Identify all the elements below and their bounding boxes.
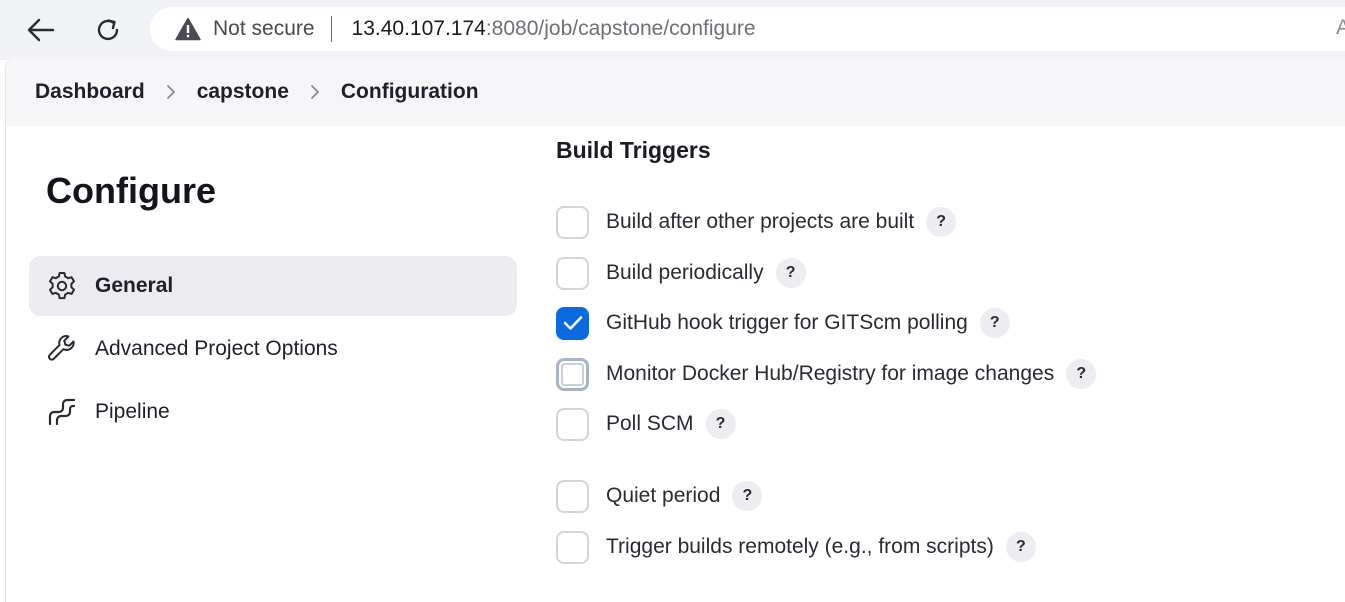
arrow-left-icon <box>27 18 55 42</box>
trigger-label[interactable]: Build after other projects are built <box>606 210 914 234</box>
gear-icon <box>46 270 78 302</box>
chevron-right-icon <box>309 83 321 101</box>
sidebar-item-label: Advanced Project Options <box>95 337 338 360</box>
url-divider <box>330 16 332 42</box>
pipeline-icon <box>46 396 78 428</box>
reload-button[interactable] <box>88 10 128 50</box>
trigger-label[interactable]: Build periodically <box>606 261 764 285</box>
help-button[interactable]: ? <box>979 308 1010 338</box>
trigger-label[interactable]: Poll SCM <box>606 412 694 436</box>
help-button[interactable]: ? <box>1005 532 1036 562</box>
wrench-icon <box>46 333 78 365</box>
section-title: Build Triggers <box>556 137 711 163</box>
checkbox-poll-scm[interactable] <box>556 407 589 441</box>
browser-toolbar: Not secure 13.40.107.174:8080/job/capsto… <box>0 0 1345 60</box>
sidebar-item-label: Pipeline <box>95 400 170 423</box>
trigger-label[interactable]: Quiet period <box>606 484 720 508</box>
checkbox-trigger-builds-remotely[interactable] <box>556 530 589 564</box>
checkmark-icon <box>563 316 582 330</box>
warning-triangle-icon[interactable] <box>175 17 201 41</box>
trigger-row-build-after-other-projects: Build after other projects are built ? <box>556 205 957 239</box>
checkbox-build-after-other-projects[interactable] <box>556 205 589 239</box>
url-path: :8080/job/capstone/configure <box>485 17 756 40</box>
trigger-row-github-hook: GitHub hook trigger for GITScm polling ? <box>556 306 1010 340</box>
chevron-right-icon <box>165 83 177 101</box>
checkbox-github-hook-trigger[interactable] <box>556 306 589 340</box>
checkbox-monitor-docker-hub[interactable] <box>556 357 589 391</box>
checkbox-quiet-period[interactable] <box>556 479 589 513</box>
breadcrumb: Dashboard capstone Configuration <box>6 57 1345 126</box>
trigger-row-quiet-period: Quiet period ? <box>556 479 763 513</box>
sidebar-item-general[interactable]: General <box>29 256 517 316</box>
address-bar[interactable]: Not secure 13.40.107.174:8080/job/capsto… <box>150 7 1345 51</box>
sidebar-item-advanced-project-options[interactable]: Advanced Project Options <box>29 319 517 379</box>
trigger-label[interactable]: Monitor Docker Hub/Registry for image ch… <box>606 362 1054 386</box>
trigger-row-trigger-builds-remotely: Trigger builds remotely (e.g., from scri… <box>556 530 1036 564</box>
jenkins-page: Dashboard capstone Configuration Configu… <box>5 57 1345 602</box>
trigger-label[interactable]: GitHub hook trigger for GITScm polling <box>606 311 968 335</box>
back-button[interactable] <box>21 10 61 50</box>
checkbox-build-periodically[interactable] <box>556 256 589 290</box>
sidebar-item-label: General <box>95 274 174 297</box>
reload-icon <box>97 19 119 41</box>
trigger-row-monitor-docker-hub: Monitor Docker Hub/Registry for image ch… <box>556 357 1097 391</box>
help-button[interactable]: ? <box>705 409 736 439</box>
breadcrumb-dashboard[interactable]: Dashboard <box>35 80 145 104</box>
help-button[interactable]: ? <box>732 481 763 511</box>
url-trailing-indicator[interactable]: A <box>1336 16 1345 40</box>
help-button[interactable]: ? <box>926 207 957 237</box>
help-button[interactable]: ? <box>775 258 806 288</box>
url-host: 13.40.107.174 <box>351 17 486 40</box>
page-title: Configure <box>46 170 216 211</box>
breadcrumb-capstone[interactable]: capstone <box>197 80 289 104</box>
security-status[interactable]: Not secure <box>213 17 315 41</box>
breadcrumb-configuration[interactable]: Configuration <box>341 80 479 104</box>
help-button[interactable]: ? <box>1066 359 1097 389</box>
trigger-row-poll-scm: Poll SCM ? <box>556 407 736 441</box>
trigger-label[interactable]: Trigger builds remotely (e.g., from scri… <box>606 535 994 559</box>
sidebar-item-pipeline[interactable]: Pipeline <box>29 382 517 442</box>
trigger-row-build-periodically: Build periodically ? <box>556 256 806 290</box>
